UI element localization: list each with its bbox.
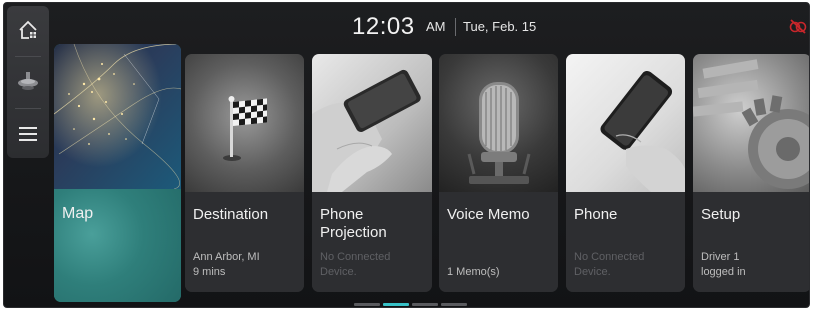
rail-divider — [15, 108, 41, 109]
voice-memo-panel: Voice Memo 1 Memo(s) — [439, 192, 558, 292]
microphone-icon — [467, 82, 531, 184]
voice-memo-count: 1 Memo(s) — [447, 266, 500, 278]
phone-projection-title-line1: Phone — [320, 206, 364, 223]
page-dot-4[interactable] — [441, 303, 467, 306]
phone-panel: Phone No Connected Device. — [566, 192, 685, 292]
phone-icon — [600, 71, 685, 192]
home-screen: 12:03 AM Tue, Feb. 15 Map Destination An… — [3, 2, 810, 308]
phone-projection-title-line2: Projection — [320, 224, 387, 241]
header-divider — [455, 18, 456, 36]
voice-memo-card[interactable]: Voice Memo 1 Memo(s) — [439, 54, 558, 292]
phone-projection-panel: Phone Projection No Connected Device. — [312, 192, 432, 292]
flag-image — [185, 54, 304, 192]
phone-card[interactable]: Phone No Connected Device. — [566, 54, 685, 292]
map-image — [54, 44, 181, 189]
map-title: Map — [62, 205, 94, 222]
phone-projection-image — [312, 54, 432, 192]
clock-date: Tue, Feb. 15 — [463, 19, 537, 34]
checkered-flag-icon — [223, 96, 267, 161]
destination-title: Destination — [193, 206, 269, 223]
page-indicator — [354, 303, 467, 306]
menu-icon — [19, 127, 37, 141]
map-panel: Map — [54, 189, 181, 302]
page-dot-3[interactable] — [412, 303, 438, 306]
phone-status: No Connected Device. — [574, 250, 684, 280]
phone-projection-card[interactable]: Phone Projection No Connected Device. — [312, 54, 432, 292]
destination-eta: 9 mins — [193, 266, 226, 278]
page-dot-2[interactable] — [383, 303, 409, 306]
phone-projection-title: Phone Projection — [320, 206, 430, 242]
left-rail — [7, 6, 49, 158]
media-button[interactable] — [7, 64, 49, 100]
setup-driver: Driver 1 logged in — [701, 250, 809, 280]
phone-projection-status: No Connected Device. — [320, 250, 430, 280]
setup-driver-line2: logged in — [701, 266, 746, 278]
phone-status-line2: Device. — [574, 266, 611, 278]
menu-button[interactable] — [7, 116, 49, 152]
gear-icon — [693, 59, 809, 189]
voice-memo-title: Voice Memo — [447, 206, 530, 223]
destination-panel: Destination Ann Arbor, MI 9 mins — [185, 192, 304, 292]
destination-info: Ann Arbor, MI 9 mins — [193, 250, 303, 280]
setup-driver-line1: Driver 1 — [701, 251, 740, 263]
page-dot-1[interactable] — [354, 303, 380, 306]
setup-panel: Setup Driver 1 logged in — [693, 192, 809, 292]
home-button[interactable] — [7, 12, 49, 48]
phone-status-line1: No Connected — [574, 251, 645, 263]
home-icon — [19, 20, 37, 39]
clock-time: 12:03 — [352, 13, 415, 40]
setup-card[interactable]: Setup Driver 1 logged in — [693, 54, 809, 292]
setup-title: Setup — [701, 206, 741, 223]
map-card[interactable]: Map — [54, 44, 181, 302]
phone-in-hand-icon — [312, 69, 421, 192]
destination-card[interactable]: Destination Ann Arbor, MI 9 mins — [185, 54, 304, 292]
gears-image — [693, 54, 809, 192]
phone-title: Phone — [574, 206, 618, 223]
no-connection-icon — [789, 19, 807, 34]
microphone-image — [439, 54, 558, 192]
clock-ampm: AM — [426, 19, 446, 34]
phone-image — [566, 54, 685, 192]
rail-divider — [15, 56, 41, 57]
media-icon — [18, 72, 38, 90]
phone-projection-status-line1: No Connected — [320, 251, 391, 263]
destination-location: Ann Arbor, MI — [193, 251, 260, 263]
phone-projection-status-line2: Device. — [320, 266, 357, 278]
